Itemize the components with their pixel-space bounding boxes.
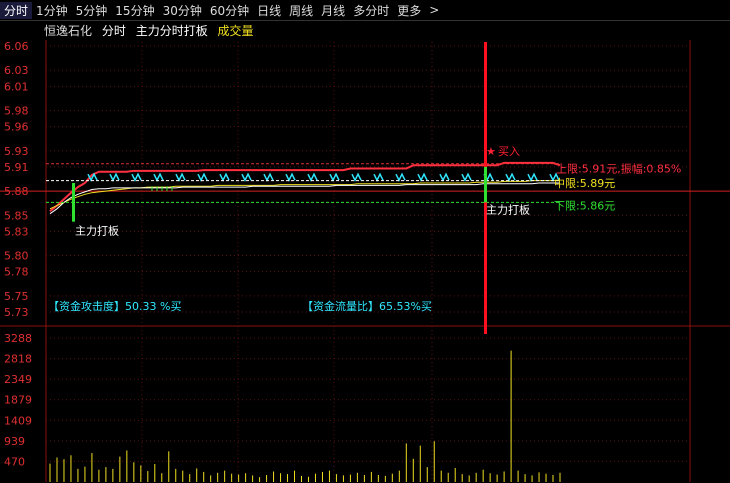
volume-tick-2: 2349 [4,373,32,386]
cyan-wave-marker [241,172,252,182]
cyan-wave-marker [219,172,230,182]
price-tick-13: 5.73 [4,306,29,319]
buy-label: 买入 [498,145,520,158]
cyan-wave-marker [395,172,406,182]
intraday-chart[interactable]: 6.066.036.015.985.965.935.915.885.855.83… [0,0,730,483]
price-tick-6: 5.91 [4,161,29,174]
price-tick-2: 6.01 [4,80,29,93]
cyan-wave-marker [175,172,186,182]
price-tick-4: 5.96 [4,121,29,134]
price-tick-5: 5.93 [4,145,29,158]
cyan-wave-marker [109,172,120,182]
right-signal-bar [484,166,487,203]
attack-degree-label: 【资金攻击度】50.33 %买 [48,299,181,313]
volume-tick-3: 1879 [4,394,32,407]
upper-limit-label: 上限:5.91元,振幅:0.85% [556,162,681,176]
price-tick-0: 6.06 [4,40,29,53]
price-series-1 [49,180,560,210]
price-tick-10: 5.80 [4,250,29,263]
cyan-wave-marker [505,172,516,182]
flow-ratio-label: 【资金流量比】65.53%买 [302,299,432,313]
cyan-wave-marker [461,172,472,182]
cyan-wave-marker [439,172,450,182]
volume-tick-4: 1409 [4,414,32,427]
price-series-2 [49,182,560,215]
volume-tick-5: 939 [4,435,25,448]
cyan-wave-marker [153,172,164,182]
price-tick-1: 6.03 [4,64,29,77]
cyan-wave-marker [307,172,318,182]
volume-tick-6: 470 [4,455,25,468]
price-tick-12: 5.75 [4,290,29,303]
cyan-wave-marker [285,172,296,182]
cyan-wave-marker [197,172,208,182]
buy-star-icon: ★ [486,145,496,158]
price-tick-8: 5.85 [4,209,29,222]
price-tick-11: 5.78 [4,266,29,279]
volume-tick-1: 2818 [4,353,32,366]
right-signal-label: 主力打板 [486,203,530,217]
price-tick-9: 5.83 [4,225,29,238]
mid-limit-label: 中限:5.89元 [554,177,615,190]
cyan-wave-marker [351,172,362,182]
price-series-0 [49,161,561,212]
cyan-wave-marker [373,172,384,182]
cyan-wave-marker [131,172,142,182]
price-tick-3: 5.98 [4,105,29,118]
lower-limit-label: 下限:5.86元 [554,200,615,213]
left-signal-label: 主力打板 [75,224,119,238]
cyan-wave-marker [417,172,428,182]
cyan-wave-marker [527,172,538,182]
cyan-wave-marker [263,172,274,182]
left-signal-bar [72,183,75,222]
cyan-wave-marker [329,172,340,182]
volume-tick-0: 3288 [4,332,32,345]
